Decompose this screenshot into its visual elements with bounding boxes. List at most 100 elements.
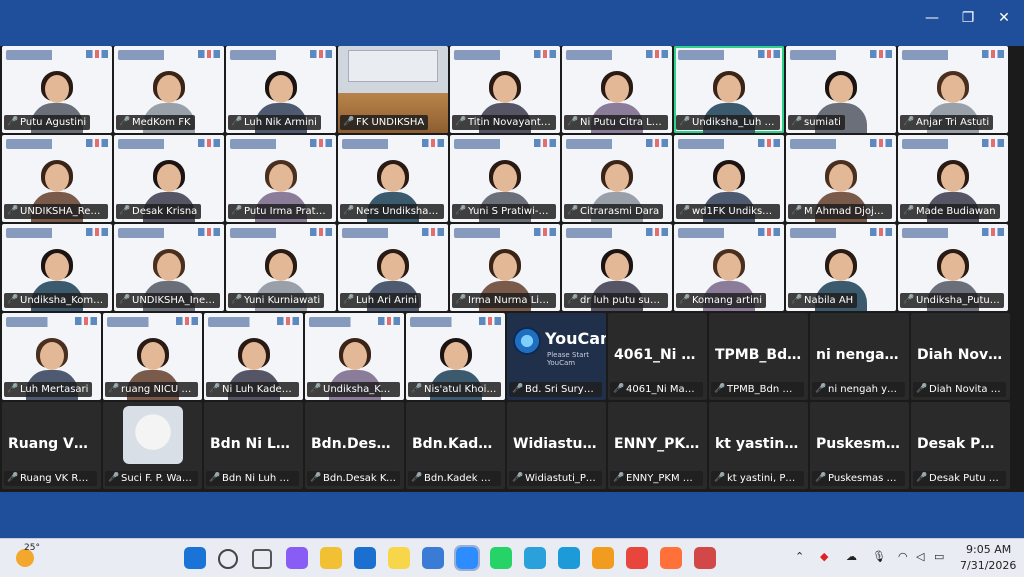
participant-name: M Ahmad Djojosug... — [804, 206, 892, 217]
participant-display-name: TPMB_Bdn... — [715, 347, 802, 363]
chevron-up-icon[interactable]: ⌃ — [795, 550, 804, 563]
participant-tile[interactable]: 🎤Titin Novayanti Dey — [450, 46, 560, 133]
mic-muted-icon: 🎤 — [7, 384, 19, 394]
restore-button[interactable]: ❐ — [956, 8, 980, 28]
participant-name-label: 🎤Undiksha_Ketut ... — [307, 382, 400, 397]
participant-tile[interactable]: 🎤 Desak Krisna — [114, 135, 224, 222]
logo-icons — [310, 50, 332, 58]
chrome-icon[interactable] — [626, 547, 648, 569]
participant-name: Putu Agustini — [20, 117, 87, 128]
participant-tile[interactable]: 🎤Undiksha_Komang ... — [2, 224, 112, 311]
chrome-profile-icon[interactable] — [694, 547, 716, 569]
participant-tile[interactable]: 4061_Ni Ma... 🎤4061_Ni Made Y... — [608, 313, 707, 400]
participant-tile[interactable]: 🎤 Irma Nurma Linda — [450, 224, 560, 311]
participant-name-label: 🎤 Komang artini — [676, 293, 766, 308]
participant-tile[interactable]: 🎤 Made Budiawan — [898, 135, 1008, 222]
virtual-background-banner — [107, 317, 177, 327]
participant-tile[interactable]: ENNY_PKM... 🎤ENNY_PKM KBT 1 — [608, 402, 707, 489]
edge-icon[interactable] — [558, 547, 580, 569]
participant-name-label: 🎤Suci F. P. Wardani — [105, 471, 198, 486]
participant-name: Komang artini — [692, 295, 762, 306]
participant-tile[interactable]: 🎤Ners Undiksha - Ns... — [338, 135, 448, 222]
participant-tile[interactable]: 🎤 Putu Agustini — [2, 46, 112, 133]
participant-tile[interactable]: 🎤Ni Luh Kadek Ali... — [204, 313, 303, 400]
participant-tile[interactable]: Desak Putu... 🎤Desak Putu Tirta ... — [911, 402, 1010, 489]
participant-tile[interactable]: Diah Novit... 🎤Diah Novita _Pus... — [911, 313, 1010, 400]
logo-icons — [646, 50, 668, 58]
sticky-notes-icon[interactable] — [388, 547, 410, 569]
close-button[interactable]: ✕ — [992, 8, 1016, 28]
participant-tile[interactable]: 🎤 Luh Nik Armini — [226, 46, 336, 133]
participant-tile[interactable]: 🎤Undiksha_Putu Eva ... — [898, 224, 1008, 311]
participant-tile[interactable]: 🎤 Luh Mertasari — [2, 313, 101, 400]
participant-name-label: 🎤Puskesmas Bulel... — [812, 471, 905, 486]
video-gallery: 🎤 Putu Agustini 🎤 MedKom FK 🎤 Luh Nik Armini 🎤… — [0, 46, 1024, 492]
participant-tile[interactable]: 🎤dr luh putu suartini... — [562, 224, 672, 311]
telegram-icon[interactable] — [524, 547, 546, 569]
participant-tile[interactable]: Ruang VK R... 🎤Ruang VK RSUD ... — [2, 402, 101, 489]
participant-tile[interactable]: 🎤Yuni S Pratiwi-FK U... — [450, 135, 560, 222]
participant-tile[interactable]: 🎤Undiksha_Ketut ... — [305, 313, 404, 400]
webcam-icon — [513, 327, 541, 355]
participant-tile[interactable]: YouCam Please Start YouCam 🎤Bd. Sri Suryat… — [507, 313, 606, 400]
c-app-icon[interactable] — [592, 547, 614, 569]
cloud-icon[interactable]: ☁ — [846, 550, 857, 563]
search-icon[interactable] — [218, 549, 238, 569]
copilot-icon[interactable] — [286, 547, 308, 569]
clock-time[interactable]: 9:05 AM — [966, 543, 1011, 556]
clock-date[interactable]: 7/31/2026 — [960, 559, 1016, 572]
participant-tile[interactable]: 🎤 Nabila AH — [786, 224, 896, 311]
participant-tile[interactable]: 🎤 MedKom FK — [114, 46, 224, 133]
participant-tile[interactable]: 🎤 Luh Ari Arini — [338, 224, 448, 311]
start-icon[interactable] — [184, 547, 206, 569]
participant-tile[interactable]: Bdn Ni Luh... 🎤Bdn Ni Luh Mari... — [204, 402, 303, 489]
task-view-icon[interactable] — [252, 549, 272, 569]
participant-name-label: 🎤ruang NICU RSU... — [105, 382, 198, 397]
participant-tile[interactable]: 🎤wd1FK Undiksha p... — [674, 135, 784, 222]
participant-tile[interactable]: kt yastini, P... 🎤kt yastini, Puskes... — [709, 402, 808, 489]
speaker-icon[interactable]: ◁ — [916, 550, 924, 563]
participant-name-label: 🎤 Desak Krisna — [116, 204, 202, 219]
outlook-icon[interactable] — [354, 547, 376, 569]
zoom-icon[interactable] — [454, 545, 480, 571]
participant-tile[interactable]: 🎤 Citrarasmi Dara — [562, 135, 672, 222]
firefox-icon[interactable] — [660, 547, 682, 569]
antivirus-icon[interactable]: ◆ — [820, 550, 828, 563]
participant-tile[interactable]: 🎤M Ahmad Djojosug... — [786, 135, 896, 222]
participant-tile[interactable]: Bdn.Desak... 🎤Bdn.Desak Ketut ... — [305, 402, 404, 489]
whatsapp-icon[interactable] — [490, 547, 512, 569]
participant-display-name: 4061_Ni Ma... — [614, 347, 701, 363]
participant-tile[interactable]: 🎤 Anjar Tri Astuti — [898, 46, 1008, 133]
participant-tile[interactable]: 🎤Ni Putu Citra Laksmi — [562, 46, 672, 133]
battery-icon[interactable]: ▭ — [934, 550, 944, 563]
notepad-icon[interactable] — [422, 547, 444, 569]
participant-tile[interactable]: Puskesmas... 🎤Puskesmas Bulel... — [810, 402, 909, 489]
participant-name: Putu Irma Pratiwi — [244, 206, 330, 217]
participant-tile[interactable]: ni nengah y... 🎤ni nengah yunar... — [810, 313, 909, 400]
participant-tile[interactable]: Bdn.Kadek... 🎤Bdn.Kadek Krisn... — [406, 402, 505, 489]
participant-tile[interactable]: 🎤 FK UNDIKSHA — [338, 46, 448, 133]
participant-tile[interactable]: 🎤Undiksha_Luh Yenny A... — [674, 46, 784, 133]
participant-tile[interactable]: 🎤 Nis'atul Khoiroh — [406, 313, 505, 400]
participant-tile[interactable]: Widiastuti_... 🎤Widiastuti_Pusk... — [507, 402, 606, 489]
participant-tile[interactable]: 🎤 Komang artini — [674, 224, 784, 311]
logo-icons — [758, 228, 780, 236]
participant-tile[interactable]: 🎤UNDIKSHA_Regina ... — [2, 135, 112, 222]
participant-tile[interactable]: 🎤ruang NICU RSU... — [103, 313, 202, 400]
participant-tile[interactable]: 🎤 Yuni Kurniawati — [226, 224, 336, 311]
mic-icon[interactable]: 🎙 — [872, 550, 886, 563]
wifi-icon[interactable]: ◠ — [898, 550, 908, 563]
participant-name-label: 🎤Bdn.Desak Ketut ... — [307, 471, 400, 486]
participant-tile[interactable]: 🎤UNDIKSHA_Ineke P... — [114, 224, 224, 311]
participant-tile[interactable]: TPMB_Bdn... 🎤TPMB_Bdn Desa... — [709, 313, 808, 400]
participant-tile[interactable]: 🎤 sumiati — [786, 46, 896, 133]
participant-tile[interactable]: 🎤 Putu Irma Pratiwi — [226, 135, 336, 222]
mic-muted-icon: 🎤 — [7, 473, 19, 483]
participant-display-name: Puskesmas... — [816, 436, 903, 452]
minimize-button[interactable]: — — [920, 8, 944, 28]
participant-tile[interactable]: 🎤Suci F. P. Wardani — [103, 402, 202, 489]
participant-name: UNDIKSHA_Ineke P... — [132, 295, 220, 306]
file-explorer-icon[interactable] — [320, 547, 342, 569]
app-subtitle: Please Start YouCam — [547, 351, 590, 367]
logo-icons — [870, 228, 892, 236]
